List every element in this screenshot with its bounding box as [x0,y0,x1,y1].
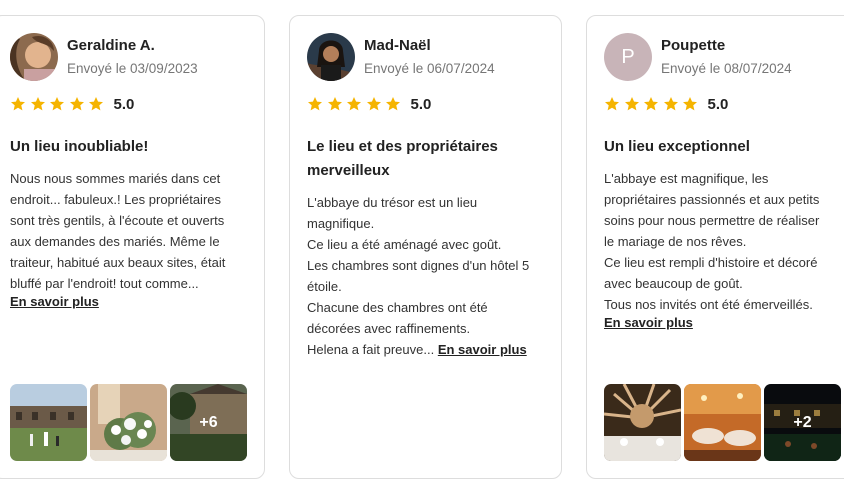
review-title: Un lieu exceptionnel [604,138,750,155]
star-icon [327,96,343,112]
review-text-line: Tous nos invités ont été émerveillés. [604,297,813,312]
review-text-line-last: Helena a fait preuve... En savoir plus [307,339,552,360]
reviewer-name: Geraldine A. [67,36,155,54]
star-icon [307,96,323,112]
star-icon [604,96,620,112]
star-icon [643,96,659,112]
review-photo[interactable] [10,384,87,461]
review-title: Un lieu inoubliable! [10,138,149,155]
rating-score: 5.0 [707,95,729,113]
rating-score: 5.0 [113,95,135,113]
review-text-line: avec beaucoup de goût. [604,276,743,291]
star-rating [604,96,702,112]
review-date: Envoyé le 06/07/2024 [364,60,495,76]
star-icon [682,96,698,112]
review-text-ellipsis: Helena a fait preuve... [307,342,435,357]
review-body: L'abbaye est magnifique, les propriétair… [604,168,844,315]
avatar [307,33,355,81]
more-photos-count: +2 [764,384,841,461]
review-card: Geraldine A. Envoyé le 03/09/2023 5.0 Un… [0,15,265,479]
star-icon [30,96,46,112]
review-text-line: Ce lieu a été aménagé avec goût. [307,237,502,252]
read-more-link[interactable]: En savoir plus [438,342,527,357]
review-photo[interactable] [684,384,761,461]
review-title-line: merveilleux [307,162,390,179]
review-text-line: sont très gentils, à l'écoute et ouverts [10,213,225,228]
review-text-line: le mariage de nos rêves. [604,234,747,249]
review-text-line: Nous nous sommes mariés dans cet [10,171,221,186]
star-icon [346,96,362,112]
star-icon [366,96,382,112]
review-photos: +6 [10,384,250,461]
review-text-line: Les chambres sont dignes d'un hôtel 5 [307,258,530,273]
review-photo[interactable] [90,384,167,461]
review-photo[interactable] [604,384,681,461]
star-icon [385,96,401,112]
avatar [10,33,58,81]
avatar: P [604,33,652,81]
review-header: Mad-Naël Envoyé le 06/07/2024 [307,33,495,81]
review-body: Nous nous sommes mariés dans cet endroit… [10,168,255,294]
review-title-line: Le lieu et des propriétaires [307,138,498,155]
star-icon [69,96,85,112]
review-card: Mad-Naël Envoyé le 06/07/2024 5.0 Le lie… [289,15,562,479]
star-icon [624,96,640,112]
rating: 5.0 [10,93,134,115]
star-icon [663,96,679,112]
rating: 5.0 [307,93,431,115]
review-text-line: endroit... fabuleux.! Les propriétaires [10,192,222,207]
read-more-link[interactable]: En savoir plus [604,315,693,330]
review-text-line: magnifique. [307,216,375,231]
star-rating [307,96,405,112]
review-photo[interactable]: +2 [764,384,841,461]
star-icon [88,96,104,112]
review-photo[interactable]: +6 [170,384,247,461]
review-header: P Poupette Envoyé le 08/07/2024 [604,33,792,81]
review-text-line: traiteur, habitué aux beaux sites, était [10,255,226,270]
review-text-line: aux demandes des mariés. Même le [10,234,220,249]
review-date: Envoyé le 03/09/2023 [67,60,198,76]
reviewer-name: Mad-Naël [364,36,431,54]
review-text-line: bluffé par l'endroit! tout comme... [10,276,199,291]
review-text-line: soins pour nous permettre de réaliser [604,213,820,228]
review-date: Envoyé le 08/07/2024 [661,60,792,76]
star-icon [10,96,26,112]
rating-score: 5.0 [410,95,432,113]
rating: 5.0 [604,93,728,115]
star-rating [10,96,108,112]
review-text-line: Chacune des chambres ont été [307,300,488,315]
star-icon [49,96,65,112]
review-text-line: L'abbaye est magnifique, les [604,171,769,186]
review-card: P Poupette Envoyé le 08/07/2024 5.0 Un l… [586,15,844,479]
review-body: L'abbaye du trésor est un lieu magnifiqu… [307,192,552,360]
review-text-line: décorées avec raffinements. [307,321,471,336]
review-header: Geraldine A. Envoyé le 03/09/2023 [10,33,198,81]
review-text-line: L'abbaye du trésor est un lieu [307,195,478,210]
review-photos: +2 [604,384,844,461]
reviewer-name: Poupette [661,36,726,54]
review-text-line: étoile. [307,279,342,294]
review-text-line: propriétaires passionnés et aux petits [604,192,820,207]
review-text-line: Ce lieu est rempli d'histoire et décoré [604,255,818,270]
review-title: Le lieu et des propriétaires merveilleux [307,135,547,183]
read-more-link[interactable]: En savoir plus [10,294,99,309]
more-photos-count: +6 [170,384,247,461]
